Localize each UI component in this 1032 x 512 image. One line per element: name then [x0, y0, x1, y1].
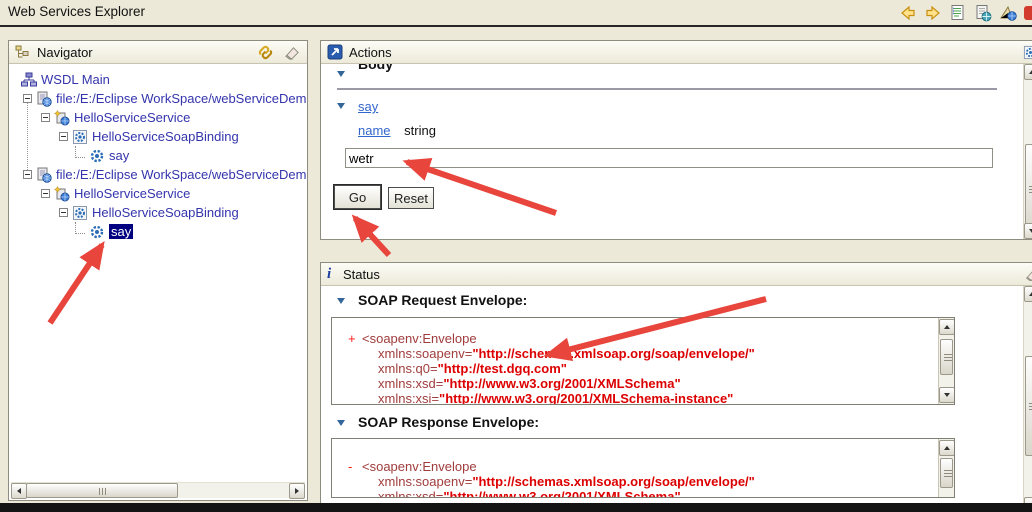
tree-item-service-1[interactable]: HelloServiceService — [9, 108, 307, 127]
window-titlebar: Web Services Explorer — [0, 0, 1032, 25]
vscroll-thumb[interactable] — [1025, 144, 1032, 234]
vscroll-thumb[interactable] — [940, 339, 953, 375]
binding-icon — [72, 205, 88, 221]
collapse-toggle[interactable] — [41, 189, 50, 198]
soap-response-heading: SOAP Response Envelope: — [358, 414, 540, 430]
collapse-toggle[interactable] — [59, 132, 68, 141]
status-pane: i Status SOAP Request Envelope: + <soapen… — [320, 262, 1032, 512]
request-vscrollbar[interactable] — [938, 318, 954, 404]
tree-item-say-2-selected[interactable]: say — [9, 222, 307, 241]
wsdl-file-icon — [36, 167, 52, 183]
page-title: Web Services Explorer — [8, 4, 146, 19]
navigator-icon — [15, 45, 29, 58]
soap-request-envelope-box: + <soapenv:Envelope xmlns:soapenv="http:/… — [331, 317, 955, 405]
wsdl-main-icon — [21, 72, 37, 88]
navigator-hscrollbar[interactable] — [11, 482, 305, 499]
source-view-icon[interactable] — [974, 4, 992, 22]
body-collapse-twistie[interactable] — [337, 71, 345, 77]
operation-link-say[interactable]: say — [358, 99, 378, 114]
request-collapse-twistie[interactable] — [337, 298, 345, 304]
tree-item-wsdl-main[interactable]: WSDL Main — [9, 70, 307, 89]
tree-item-wsdl-file-1[interactable]: file:/E:/Eclipse WorkSpace/webServiceDem… — [9, 89, 307, 108]
scroll-left-button[interactable] — [11, 483, 27, 499]
soap-request-heading: SOAP Request Envelope: — [358, 292, 528, 308]
status-vscrollbar[interactable] — [1023, 286, 1032, 512]
soap-response-envelope-box: - <soapenv:Envelope xmlns:soapenv="http:/… — [331, 438, 955, 498]
tree-item-wsdl-file-2[interactable]: file:/E:/Eclipse WorkSpace/webServiceDem… — [9, 165, 307, 184]
collapse-toggle[interactable] — [23, 170, 32, 179]
reset-button[interactable]: Reset — [388, 187, 434, 209]
status-title: Status — [343, 266, 380, 282]
scroll-up-button[interactable] — [1024, 286, 1032, 302]
back-arrow-icon[interactable] — [899, 4, 917, 22]
scroll-up-button[interactable] — [1024, 64, 1032, 80]
scroll-down-button[interactable] — [1024, 223, 1032, 239]
tree-item-service-2[interactable]: HelloServiceService — [9, 184, 307, 203]
clipped-toolbar-icon[interactable] — [1024, 6, 1032, 20]
param-value-input[interactable] — [345, 148, 993, 168]
soap-request-xml: + <soapenv:Envelope xmlns:soapenv="http:/… — [348, 331, 755, 405]
soap-response-xml: - <soapenv:Envelope xmlns:soapenv="http:/… — [348, 459, 755, 498]
navigator-pane: Navigator WSDL Main file:/E:/Eclipse Wor… — [8, 40, 308, 501]
titlebar-divider — [0, 25, 1032, 27]
scroll-right-button[interactable] — [289, 483, 305, 499]
collapse-toggle[interactable] — [59, 208, 68, 217]
navigator-header: Navigator — [9, 41, 307, 64]
response-vscrollbar[interactable] — [938, 439, 954, 497]
clipped-header-icon[interactable] — [1023, 45, 1032, 60]
vscroll-thumb[interactable] — [940, 458, 953, 488]
forward-arrow-icon[interactable] — [924, 4, 942, 22]
say-collapse-twistie[interactable] — [337, 103, 345, 109]
collapse-toggle[interactable] — [41, 113, 50, 122]
operation-icon — [89, 224, 105, 240]
tree-item-binding-1[interactable]: HelloServiceSoapBinding — [9, 127, 307, 146]
top-toolbar — [899, 3, 1032, 23]
clear-icon[interactable] — [284, 44, 301, 61]
tree-item-binding-2[interactable]: HelloServiceSoapBinding — [9, 203, 307, 222]
tree-elbow — [75, 146, 85, 158]
tree-item-say-1[interactable]: say — [9, 146, 307, 165]
navigator-title: Navigator — [37, 44, 93, 60]
actions-form: Body say name string Go Reset — [321, 64, 1032, 239]
web-services-explorer-window: { "window": { "title": "Web Services Exp… — [0, 0, 1032, 512]
wsdl-explorer-icon[interactable] — [999, 4, 1017, 22]
body-section-heading: Body — [358, 64, 393, 72]
binding-icon — [72, 129, 88, 145]
form-view-icon[interactable] — [949, 4, 967, 22]
tree-elbow — [75, 222, 85, 234]
scroll-up-button[interactable] — [939, 440, 954, 456]
actions-title: Actions — [349, 44, 392, 60]
go-button[interactable]: Go — [334, 185, 381, 209]
xml-expand-toggle[interactable]: + — [348, 331, 362, 346]
actions-header: Actions — [321, 41, 1032, 64]
hscroll-thumb[interactable] — [26, 483, 178, 498]
service-icon — [54, 186, 70, 202]
info-icon: i — [327, 265, 332, 282]
service-icon — [54, 110, 70, 126]
xml-collapse-toggle[interactable]: - — [348, 459, 362, 474]
status-header: i Status — [321, 263, 1032, 286]
status-content: SOAP Request Envelope: + <soapenv:Envelop… — [321, 286, 1032, 512]
actions-icon — [327, 44, 343, 60]
scroll-down-button[interactable] — [939, 387, 954, 403]
link-icon[interactable] — [257, 44, 274, 61]
actions-vscrollbar[interactable] — [1023, 64, 1032, 239]
operation-icon — [89, 148, 105, 164]
wsdl-file-icon — [36, 91, 52, 107]
section-separator — [337, 88, 997, 90]
vscroll-thumb[interactable] — [1025, 356, 1032, 456]
actions-pane: Actions Body say name string Go Reset — [320, 40, 1032, 240]
clipped-header-icon[interactable] — [1025, 268, 1032, 282]
param-type-label: string — [404, 123, 436, 138]
scroll-up-button[interactable] — [939, 319, 954, 335]
response-collapse-twistie[interactable] — [337, 420, 345, 426]
bottom-black-strip — [0, 503, 1032, 512]
tree-connector-line — [27, 98, 28, 176]
param-name-link[interactable]: name — [358, 123, 391, 138]
collapse-toggle[interactable] — [23, 94, 32, 103]
navigator-tree: WSDL Main file:/E:/Eclipse WorkSpace/web… — [9, 64, 307, 482]
